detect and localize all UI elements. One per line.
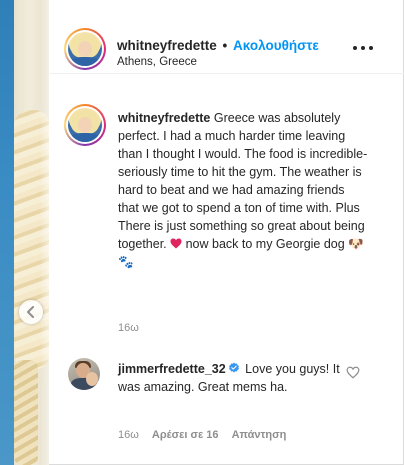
author-username[interactable]: whitneyfredette [117, 38, 217, 53]
caption-text: whitneyfredette Greece was absolutely pe… [118, 109, 368, 271]
chevron-left-icon [27, 306, 34, 318]
post-location[interactable]: Athens, Greece [117, 56, 197, 68]
comment-meta: 16ω Αρέσει σε 16 Απάντηση [118, 429, 296, 441]
author-avatar[interactable] [64, 28, 106, 70]
separator: • [222, 38, 228, 53]
photo-edge-shade [40, 0, 49, 465]
commenter-avatar[interactable] [68, 358, 100, 390]
caption-timestamp[interactable]: 16ω [118, 322, 139, 334]
caption-avatar[interactable] [64, 104, 106, 146]
comment-likes[interactable]: Αρέσει σε 16 [152, 429, 219, 441]
caption-body: Greece was absolutely perfect. I had a m… [118, 111, 368, 251]
post-photo[interactable] [0, 0, 49, 465]
previous-photo-button[interactable] [19, 300, 43, 324]
post-panel: whitneyfredette • Ακολουθήστε Athens, Gr… [0, 0, 404, 465]
follow-button[interactable]: Ακολουθήστε [233, 38, 319, 53]
commenter-username[interactable]: jimmerfredette_32 [118, 362, 226, 376]
author-line: whitneyfredette • Ακολουθήστε [117, 38, 319, 53]
verified-badge-icon [228, 362, 239, 373]
caption-username[interactable]: whitneyfredette [118, 111, 210, 125]
red-heart-emoji [170, 236, 182, 249]
reply-button[interactable]: Απάντηση [232, 429, 287, 441]
more-options-icon[interactable] [353, 44, 373, 52]
photo-braid-lower [14, 360, 38, 465]
heart-outline-icon[interactable] [346, 366, 360, 379]
post-header: whitneyfredette • Ακολουθήστε Athens, Gr… [50, 14, 404, 74]
comment-text: jimmerfredette_32 Love you guys! It was … [118, 360, 358, 396]
photo-sky [0, 0, 14, 465]
comment-timestamp[interactable]: 16ω [118, 429, 139, 441]
